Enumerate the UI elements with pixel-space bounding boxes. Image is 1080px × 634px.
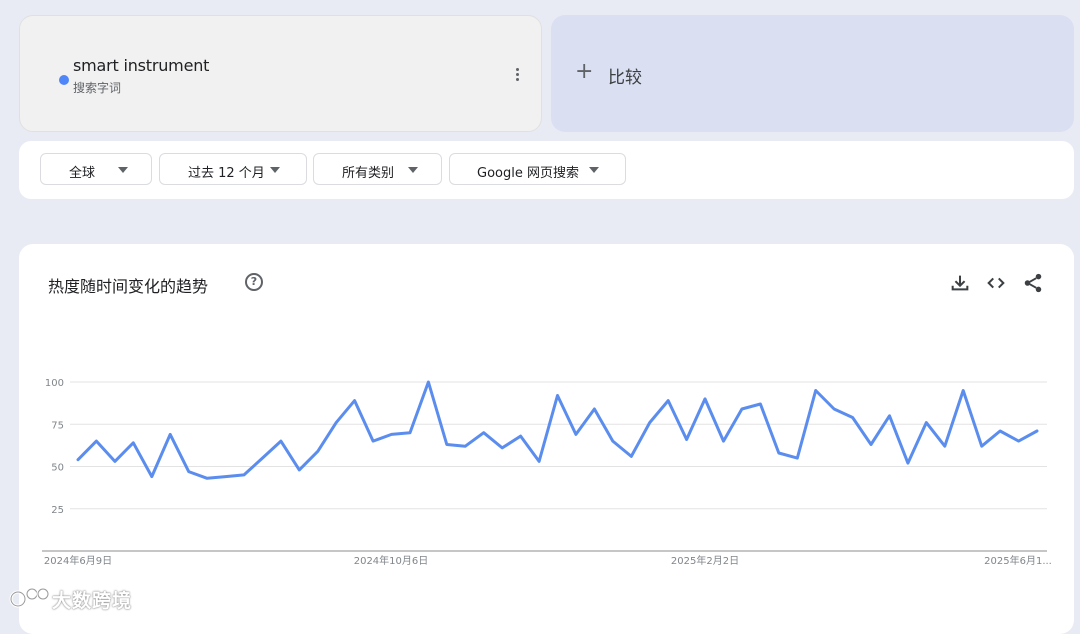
data-point[interactable] [1034,428,1040,434]
data-point[interactable] [204,475,210,481]
data-point[interactable] [296,467,302,473]
data-point[interactable] [905,460,911,466]
data-point[interactable] [75,457,81,463]
watermark-text: 大数跨境 [52,590,133,612]
x-tick-label: 2025年6月1... [984,554,1052,567]
x-tick-label: 2025年2月2日 [671,554,739,567]
data-point[interactable] [813,387,819,393]
data-point[interactable] [167,431,173,437]
data-point[interactable] [223,474,229,480]
data-point[interactable] [555,393,561,399]
x-tick-label: 2024年10月6日 [354,554,429,567]
data-point[interactable] [776,450,782,456]
data-point[interactable] [315,448,321,454]
data-point[interactable] [720,438,726,444]
data-point[interactable] [850,414,856,420]
data-point[interactable] [610,438,616,444]
trend-line-chart: 25 50 75 100 2024年6月9日 2024年10月6日 2025年2月2日 202… [42,378,1052,567]
data-point[interactable] [960,387,966,393]
data-point[interactable] [518,433,524,439]
data-point[interactable] [241,472,247,478]
data-point[interactable] [757,401,763,407]
data-point[interactable] [130,440,136,446]
data-point[interactable] [684,436,690,442]
data-point[interactable] [481,430,487,436]
data-point[interactable] [591,406,597,412]
data-point[interactable] [149,474,155,480]
data-point[interactable] [702,396,708,402]
y-tick-label: 75 [51,420,64,431]
data-point[interactable] [333,420,339,426]
data-point[interactable] [278,438,284,444]
data-point[interactable] [979,443,985,449]
data-point[interactable] [352,398,358,404]
data-point[interactable] [425,379,431,385]
data-point[interactable] [499,445,505,451]
data-point[interactable] [942,443,948,449]
data-point[interactable] [536,458,542,464]
y-tick-label: 50 [51,463,64,474]
data-point[interactable] [739,406,745,412]
data-point[interactable] [923,420,929,426]
data-point[interactable] [886,413,892,419]
data-point[interactable] [573,431,579,437]
data-point[interactable] [868,442,874,448]
data-point[interactable] [665,398,671,404]
data-point[interactable] [1016,438,1022,444]
data-point[interactable] [389,431,395,437]
data-point[interactable] [997,428,1003,434]
data-point[interactable] [186,469,192,475]
data-point[interactable] [370,438,376,444]
x-tick-label: 2024年6月9日 [44,554,112,567]
data-point[interactable] [794,455,800,461]
data-point[interactable] [462,443,468,449]
data-point[interactable] [831,406,837,412]
y-tick-label: 100 [45,378,64,389]
data-point[interactable] [407,430,413,436]
data-point[interactable] [444,442,450,448]
data-point[interactable] [647,420,653,426]
data-point[interactable] [259,455,265,461]
data-point[interactable] [628,453,634,459]
data-point[interactable] [93,438,99,444]
data-point[interactable] [112,458,118,464]
watermark-logo-icon [9,587,50,608]
y-tick-label: 25 [51,505,64,516]
